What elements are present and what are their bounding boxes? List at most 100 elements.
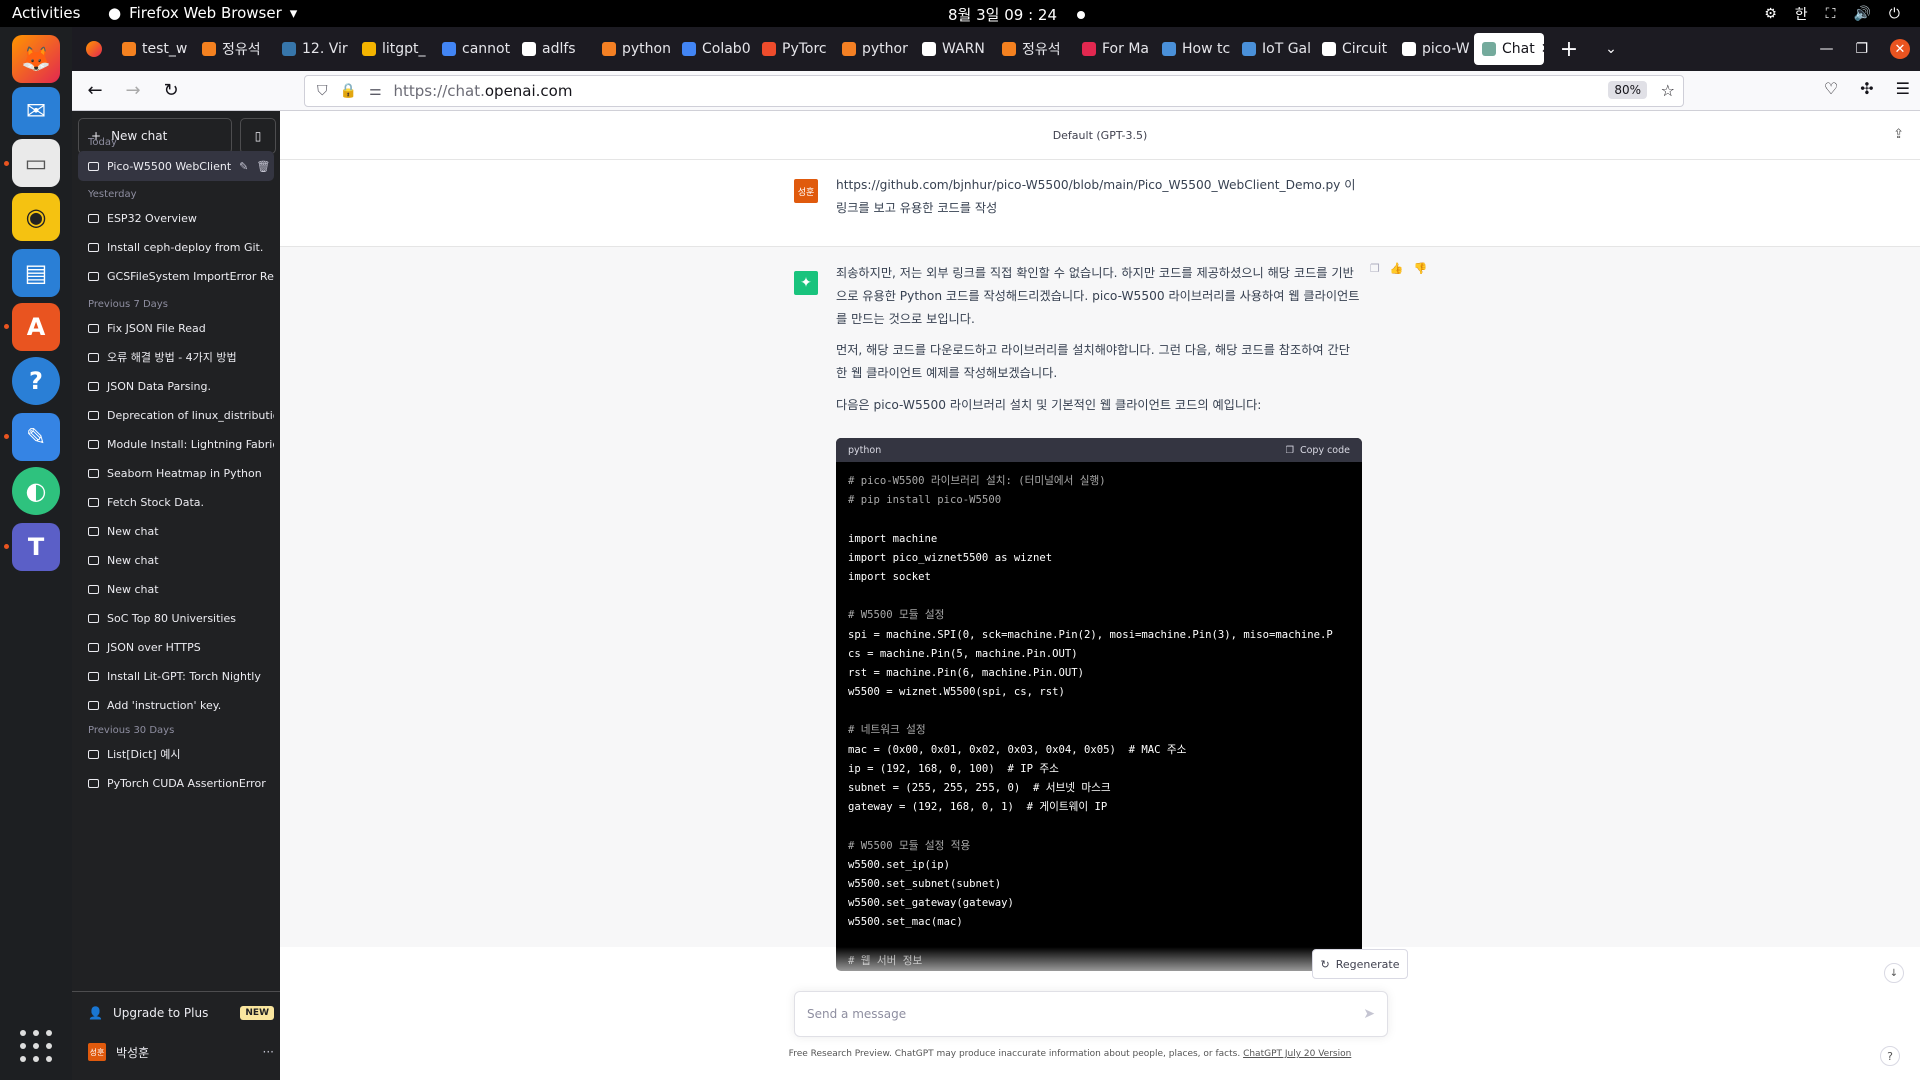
browser-app-icon[interactable]: ◐ — [12, 467, 60, 515]
new-tab-button[interactable]: + — [1554, 37, 1584, 62]
sidebar-history-item[interactable]: Install ceph-deploy from Git. — [78, 232, 274, 262]
tab-5[interactable]: adlfs — [514, 33, 594, 65]
clock[interactable]: 8월 3일 09 : 24 — [948, 4, 1085, 25]
more-icon[interactable]: ··· — [263, 1045, 274, 1059]
firefox-view-icon[interactable] — [86, 41, 102, 57]
tab-label: cannot — [462, 41, 511, 57]
send-icon[interactable]: ➤ — [1363, 1006, 1375, 1022]
bookmark-star-icon[interactable]: ☆ — [1661, 81, 1675, 100]
sidebar-history-item[interactable]: PyTorch CUDA AssertionError — [78, 768, 274, 798]
shield-icon[interactable]: ⛉ — [317, 83, 328, 99]
menu-icon[interactable]: ☰ — [1896, 79, 1910, 98]
extensions-icon[interactable]: ✣ — [1860, 79, 1873, 98]
tab-16[interactable]: pico-W — [1394, 33, 1474, 65]
toggle-sidebar-button[interactable]: ▯ — [240, 118, 276, 154]
favicon-icon — [682, 42, 696, 56]
help-button[interactable]: ? — [1880, 1046, 1900, 1066]
close-window-icon[interactable]: ✕ — [1890, 39, 1910, 59]
tab-chat-active[interactable]: Chat ✕ — [1474, 33, 1544, 65]
text-editor-icon[interactable]: ✎ — [12, 413, 60, 461]
back-icon[interactable]: ← — [80, 80, 110, 101]
new-chat-label: New chat — [111, 129, 168, 143]
sidebar-history-item[interactable]: JSON over HTTPS — [78, 632, 274, 662]
copy-icon[interactable]: ❐ — [1370, 262, 1380, 275]
app-menu[interactable]: ● Firefox Web Browser ▾ — [108, 4, 297, 22]
tab-3[interactable]: litgpt_ — [354, 33, 434, 65]
activities-button[interactable]: Activities — [12, 4, 80, 22]
list-all-tabs-button[interactable]: ⌄ — [1596, 41, 1626, 57]
sidebar-history-item[interactable]: Install Lit-GPT: Torch Nightly — [78, 661, 274, 691]
files-icon[interactable]: ▭ — [12, 139, 60, 187]
teams-icon[interactable]: T — [12, 523, 60, 571]
thunderbird-icon[interactable]: ✉ — [12, 87, 60, 135]
sidebar-history-item[interactable]: GCSFileSystem ImportError Re — [78, 261, 274, 291]
show-apps-icon[interactable] — [20, 1030, 52, 1062]
maximize-icon[interactable]: ❐ — [1855, 41, 1868, 57]
trash-icon[interactable]: 🗑 — [256, 160, 270, 173]
sidebar-history-item[interactable]: JSON Data Parsing. — [78, 371, 274, 401]
lock-icon[interactable]: 🔒 — [340, 83, 357, 99]
tab-7[interactable]: Colab0 — [674, 33, 754, 65]
tab-8[interactable]: PyTorc — [754, 33, 834, 65]
sidebar-history-item[interactable]: Seaborn Heatmap in Python — [78, 458, 274, 488]
message-input[interactable]: Send a message ➤ — [794, 991, 1388, 1037]
sidebar-history-item[interactable]: Fix JSON File Read — [78, 313, 274, 343]
permissions-icon[interactable]: ⚌ — [369, 83, 382, 99]
tab-12[interactable]: For Ma — [1074, 33, 1154, 65]
tab-14[interactable]: IoT Gal — [1234, 33, 1314, 65]
zoom-indicator[interactable]: 80% — [1608, 81, 1647, 99]
reload-icon[interactable]: ↻ — [156, 80, 186, 101]
tab-9[interactable]: pythor — [834, 33, 914, 65]
tab-10[interactable]: WARN — [914, 33, 994, 65]
copy-code-label: Copy code — [1299, 444, 1350, 456]
upgrade-button[interactable]: 👤 Upgrade to Plus NEW — [88, 1006, 274, 1020]
new-chat-button[interactable]: + New chat — [78, 118, 232, 154]
pocket-icon[interactable]: ♡ — [1824, 79, 1838, 98]
close-icon[interactable]: ✕ — [1541, 41, 1544, 57]
chat-bubble-icon — [88, 700, 99, 710]
share-icon[interactable]: ⇪ — [1893, 127, 1904, 142]
sidebar-history-item[interactable]: SoC Top 80 Universities — [78, 603, 274, 633]
user-menu[interactable]: 성훈 박성훈 ··· — [88, 1043, 274, 1061]
sidebar-history-item[interactable]: List[Dict] 예시 — [78, 739, 274, 769]
tab-2[interactable]: 12. Vir — [274, 33, 354, 65]
tab-6[interactable]: python — [594, 33, 674, 65]
url-bar[interactable]: ⛉ 🔒 ⚌ https://chat.openai.com 80% ☆ — [304, 75, 1684, 107]
version-link[interactable]: ChatGPT July 20 Version — [1243, 1049, 1351, 1059]
network-icon[interactable]: ⛶ — [1826, 6, 1836, 22]
firefox-icon[interactable]: 🦊 — [12, 35, 60, 83]
app-center-icon[interactable]: A — [12, 303, 60, 351]
writer-icon[interactable]: ▤ — [12, 249, 60, 297]
rhythmbox-icon[interactable]: ◉ — [12, 193, 60, 241]
sidebar-history-item[interactable]: Pico-W5500 WebClient ✎ 🗑 — [78, 151, 274, 181]
tab-15[interactable]: Circuit — [1314, 33, 1394, 65]
sidebar-history-item[interactable]: Add 'instruction' key. — [78, 690, 274, 720]
sidebar-history-item[interactable]: New chat — [78, 574, 274, 604]
sidebar-history-item[interactable]: New chat — [78, 516, 274, 546]
sidebar-history-item[interactable]: Deprecation of linux_distributio — [78, 400, 274, 430]
sidebar-history-item[interactable]: ESP32 Overview — [78, 203, 274, 233]
language-indicator[interactable]: 한 — [1795, 4, 1808, 24]
volume-icon[interactable]: 🔊 — [1853, 6, 1870, 22]
tab-0[interactable]: test_w — [114, 33, 194, 65]
minimize-icon[interactable]: — — [1819, 41, 1833, 57]
scroll-down-button[interactable]: ↓ — [1884, 963, 1904, 983]
regenerate-button[interactable]: ↻ Regenerate — [1312, 949, 1408, 979]
tab-13[interactable]: How tc — [1154, 33, 1234, 65]
help-icon[interactable]: ? — [12, 357, 60, 405]
sidebar-history-item[interactable]: Module Install: Lightning Fabric — [78, 429, 274, 459]
input-method-icon[interactable]: ⚙ — [1764, 6, 1777, 22]
thumbs-up-icon[interactable]: 👍 — [1390, 262, 1404, 275]
sidebar-history-item[interactable]: Fetch Stock Data. — [78, 487, 274, 517]
system-tray[interactable]: ⚙ 한 ⛶ 🔊 ⏻ — [1764, 4, 1900, 24]
copy-code-button[interactable]: ❐ Copy code — [1285, 445, 1350, 456]
tab-11[interactable]: 정유석 — [994, 33, 1074, 65]
edit-icon[interactable]: ✎ — [239, 160, 248, 173]
power-icon[interactable]: ⏻ — [1889, 6, 1900, 22]
tab-1[interactable]: 정유석 — [194, 33, 274, 65]
forward-icon[interactable]: → — [118, 80, 148, 101]
thumbs-down-icon[interactable]: 👎 — [1414, 262, 1428, 275]
tab-4[interactable]: cannot — [434, 33, 514, 65]
sidebar-history-item[interactable]: New chat — [78, 545, 274, 575]
sidebar-history-item[interactable]: 오류 해결 방법 - 4가지 방법 — [78, 342, 274, 372]
